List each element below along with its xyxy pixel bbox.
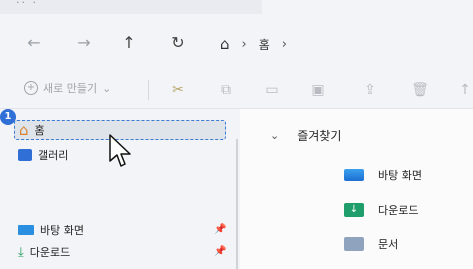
new-button[interactable]: + 새로 만들기 ⌄ [24,80,111,96]
back-arrow-icon[interactable]: ← [22,31,46,55]
home-icon: ⌂ [19,121,29,139]
plus-icon: + [24,81,38,95]
sidebar-item-label: 홈 [34,124,45,137]
share-icon[interactable]: ⇪ [360,80,380,100]
new-button-label: 새로 만들기 [43,82,98,95]
favorite-label: 문서 [378,238,399,251]
copy-icon[interactable]: ⧉ [216,80,236,100]
favorite-item-desktop[interactable]: 바탕 화면 [344,167,422,183]
breadcrumb: ⌂ › 홈 › [220,34,287,54]
up-arrow-icon[interactable]: ↑ [117,31,141,55]
sidebar-resize-handle[interactable] [236,139,238,269]
download-folder-icon: ⤓ [18,244,24,260]
rename-icon[interactable]: ▣ [308,80,328,100]
chevron-right-icon[interactable]: › [282,37,287,52]
title-bar: ·· · [0,0,473,14]
sidebar-item-label: 갤러리 [38,149,69,162]
cut-icon[interactable]: ✂ [168,80,188,100]
sidebar-item-label: 바탕 화면 [40,224,84,237]
breadcrumb-item-home[interactable]: 홈 [259,36,270,53]
sidebar-item-downloads[interactable]: ⤓ 다운로드 [18,244,70,260]
favorite-label: 다운로드 [378,204,419,217]
sort-icon[interactable]: ↑ [455,80,473,100]
delete-icon[interactable]: 🗑 [410,80,430,100]
sidebar-item-desktop[interactable]: 바탕 화면 [18,222,84,238]
window-dots: ·· · [16,0,38,9]
favorites-group-header[interactable]: ⌄ 즐겨찾기 [270,127,341,144]
step-badge: 1 [0,109,16,125]
favorite-item-downloads[interactable]: ↓ 다운로드 [344,202,418,218]
download-folder-icon: ↓ [344,203,364,217]
sidebar-item-label: 다운로드 [29,246,71,259]
group-title: 즐겨찾기 [297,129,342,143]
toolbar-separator [148,80,149,100]
favorite-item-documents[interactable]: 문서 [344,236,398,252]
pin-icon[interactable]: 📌 [214,246,226,257]
paste-icon[interactable]: ▭ [262,80,282,100]
home-icon[interactable]: ⌂ [220,35,230,53]
favorite-label: 바탕 화면 [378,169,422,182]
chevron-down-icon: ⌄ [102,81,112,95]
main-content: ⌄ 즐겨찾기 바탕 화면 ↓ 다운로드 문서 [240,109,473,269]
command-bar: + 새로 만들기 ⌄ ✂ ⧉ ▭ ▣ ⇪ 🗑 ↑ [0,72,473,106]
chevron-down-icon[interactable]: ⌄ [270,129,279,142]
chevron-right-icon[interactable]: › [242,37,247,52]
mouse-cursor-icon [109,134,131,167]
tab-strip[interactable] [262,0,473,14]
gallery-icon [18,149,32,161]
forward-arrow-icon[interactable]: → [72,31,96,55]
sidebar-item-gallery[interactable]: 갤러리 [18,147,68,163]
desktop-folder-icon [18,225,34,235]
desktop-folder-icon [344,169,364,181]
documents-folder-icon [344,237,364,251]
refresh-icon[interactable]: ↻ [166,31,190,55]
pin-icon[interactable]: 📌 [214,224,226,235]
